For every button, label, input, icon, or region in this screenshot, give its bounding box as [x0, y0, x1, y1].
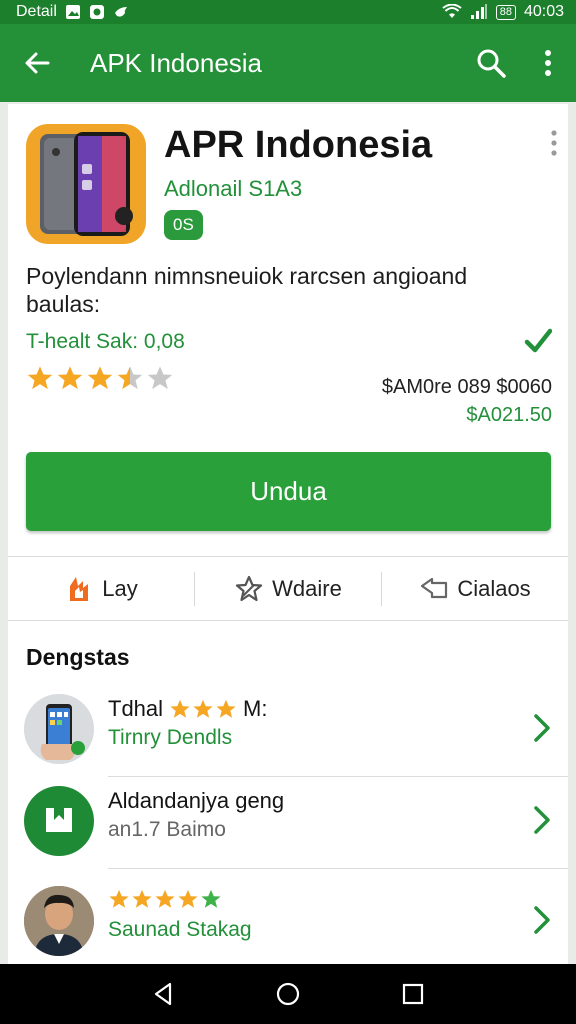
- app-bar-title: APK Indonesia: [90, 47, 263, 78]
- list-item-title: Tdhal M:: [108, 696, 268, 722]
- list-item-rating: [169, 698, 237, 720]
- original-price: $AM0re 089 $0060: [381, 376, 552, 398]
- avatar: [24, 886, 94, 956]
- star-full-icon: [193, 699, 213, 718]
- battery-indicator: 88: [495, 4, 516, 20]
- app-icon: [26, 124, 146, 244]
- list-item[interactable]: Saunad Stakag: [8, 878, 568, 964]
- star-full-icon: [216, 699, 236, 718]
- share-icon: [421, 577, 448, 599]
- star-full-icon: [87, 366, 113, 390]
- app-detail-card: APR Indonesia Adlonail S1A3 0S Poylendan…: [8, 104, 568, 964]
- notification-app-icon: [89, 5, 104, 19]
- star-full-icon: [132, 889, 152, 908]
- star-half-icon: [117, 366, 143, 390]
- os-badge: 0S: [164, 210, 203, 240]
- divider: [108, 776, 568, 777]
- rating-stars: [26, 364, 174, 392]
- star-empty-icon: [147, 366, 173, 390]
- star-outline-icon: [236, 575, 263, 602]
- section-title: Dengstas: [26, 644, 130, 670]
- list-item-title-text: Tdhal: [108, 696, 164, 721]
- app-bar: APK Indonesia: [0, 24, 576, 102]
- list-item-subtitle: Tirnry Dendls: [108, 726, 233, 749]
- action-wishlist[interactable]: Wdaire: [195, 574, 381, 604]
- phone-image-icon: [40, 132, 133, 236]
- app-header: APR Indonesia Adlonail S1A3 0S: [26, 122, 558, 252]
- status-label: Detail: [16, 3, 57, 20]
- action-share[interactable]: Cialaos: [382, 574, 568, 604]
- overflow-menu-icon[interactable]: [544, 50, 552, 76]
- star-full-icon: [178, 889, 198, 908]
- chevron-right-icon: [534, 906, 550, 934]
- divider: [8, 556, 568, 557]
- current-price: $A021.50: [466, 404, 552, 426]
- action-wishlist-label: Wdaire: [272, 576, 342, 601]
- star-full-icon: [27, 366, 53, 390]
- download-icon: [46, 808, 72, 832]
- nav-recents-icon[interactable]: [400, 981, 426, 1007]
- phone-in-hand-icon: [24, 694, 94, 764]
- app-description: Poylendann nimnsneuiok rarcsen angioand …: [26, 263, 468, 317]
- avatar: [24, 786, 94, 856]
- app-name: APR Indonesia: [164, 124, 433, 166]
- notification-bird-icon: [114, 7, 127, 17]
- verified-check-icon: [524, 328, 552, 353]
- divider: [8, 620, 568, 621]
- nav-back-icon[interactable]: [150, 981, 176, 1007]
- star-full-icon: [109, 889, 129, 908]
- action-like[interactable]: Lay: [8, 574, 194, 604]
- star-full-icon: [201, 889, 221, 908]
- app-meta: T-healt Sak: 0,08: [26, 330, 185, 353]
- list-item-title: Aldandanjya geng: [108, 788, 285, 813]
- wifi-icon: [442, 4, 462, 18]
- star-full-icon: [170, 699, 190, 718]
- star-full-icon: [57, 366, 83, 390]
- action-share-label: Cialaos: [457, 576, 531, 601]
- action-like-label: Lay: [102, 576, 138, 601]
- list-item-title: [108, 888, 222, 910]
- notification-image-icon: [65, 5, 80, 19]
- status-bar: Detail 88 40:03: [0, 0, 576, 24]
- person-avatar-icon: [24, 886, 94, 956]
- search-icon[interactable]: [476, 48, 506, 78]
- nav-home-icon[interactable]: [275, 981, 301, 1007]
- chevron-right-icon: [534, 714, 550, 742]
- list-item[interactable]: Tdhal M: Tirnry Dendls: [8, 686, 568, 772]
- system-nav-bar: [0, 964, 576, 1024]
- card-overflow-icon[interactable]: [550, 130, 558, 156]
- list-item-title-suffix: M:: [243, 696, 268, 721]
- chevron-right-icon: [534, 806, 550, 834]
- action-row: Lay Wdaire Cialaos: [8, 558, 568, 620]
- list-item[interactable]: Aldandanjya geng an1.7 Baimo: [8, 778, 568, 864]
- clock: 40:03: [523, 3, 564, 20]
- divider: [108, 868, 568, 869]
- developer-name[interactable]: Adlonail S1A3: [164, 176, 302, 202]
- avatar: [24, 694, 94, 764]
- back-arrow-icon[interactable]: [22, 48, 52, 78]
- list-item-rating: [108, 888, 222, 910]
- list-item-subtitle: an1.7 Baimo: [108, 818, 226, 841]
- list-item-subtitle: Saunad Stakag: [108, 918, 252, 941]
- flame-icon: [70, 577, 89, 601]
- signal-icon: [470, 4, 487, 19]
- star-full-icon: [155, 889, 175, 908]
- download-button[interactable]: Undua: [26, 452, 551, 531]
